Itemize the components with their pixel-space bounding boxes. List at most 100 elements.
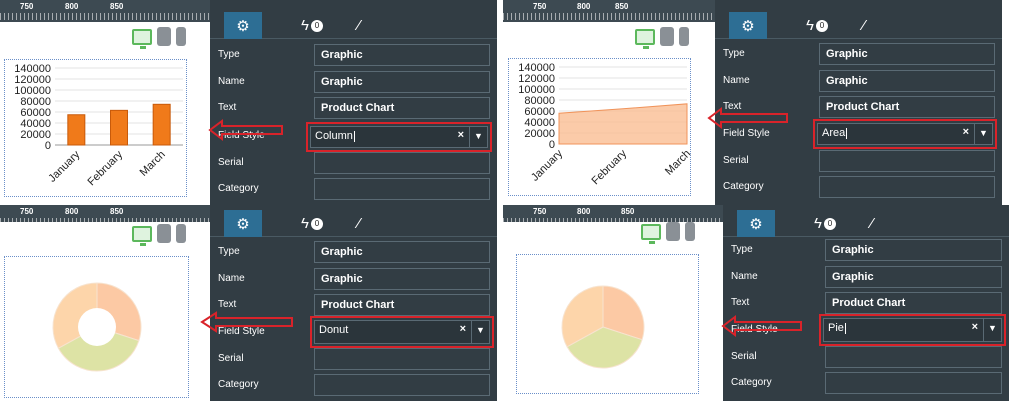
chart-canvas[interactable] [516, 254, 699, 394]
brush-icon: ⁄ [862, 17, 866, 34]
brush-icon: ⁄ [870, 215, 874, 232]
ruler: 750 800 850 [503, 205, 723, 222]
category-field[interactable] [314, 374, 490, 396]
chart-canvas[interactable] [4, 256, 189, 398]
type-field[interactable]: Graphic [314, 241, 490, 263]
serial-field[interactable] [314, 152, 490, 174]
device-switcher [132, 224, 186, 246]
properties-panel: ⚙ ϟ0 ⁄ Type Graphic Name Graphic Text Produ… [715, 0, 1002, 205]
name-field[interactable]: Graphic [819, 70, 995, 92]
field-style-select[interactable]: Donut × ▼ [310, 316, 494, 348]
properties-panel: ⚙ ϟ0 ⁄ Type Graphic Name Graphic Text Produ… [723, 205, 1009, 401]
chevron-down-icon[interactable]: ▼ [974, 124, 992, 144]
text-label: Text [218, 102, 237, 113]
ruler-tick-label: 800 [65, 2, 79, 11]
desktop-icon[interactable] [641, 223, 661, 244]
phone-icon[interactable] [679, 27, 689, 46]
field-style-select[interactable]: Column × ▼ [306, 122, 492, 152]
x-tick-label: March [663, 148, 692, 178]
properties-panel: ⚙ ϟ0 ⁄ Type Graphic Name Graphic Text Produ… [210, 0, 497, 205]
chart-canvas[interactable]: 140000 120000 100000 80000 60000 40000 20000 0 J… [508, 58, 693, 196]
ruler-tick-label: 850 [110, 207, 124, 216]
device-switcher [635, 27, 689, 49]
text-field[interactable]: Product Chart [819, 96, 995, 118]
ruler-tick-label: 750 [533, 207, 547, 216]
field-style-select[interactable]: Pie × ▼ [819, 314, 1006, 346]
tab-events[interactable]: ϟ0 [797, 12, 837, 39]
desktop-icon[interactable] [132, 28, 152, 49]
clear-icon[interactable]: × [458, 129, 464, 141]
tab-style[interactable]: ⁄ [857, 210, 887, 237]
category-field[interactable] [819, 176, 995, 198]
text-field[interactable]: Product Chart [825, 292, 1002, 314]
text-field[interactable]: Product Chart [314, 97, 490, 119]
type-label: Type [731, 244, 753, 255]
serial-label: Serial [218, 353, 244, 364]
phone-icon[interactable] [685, 222, 695, 241]
type-field[interactable]: Graphic [314, 44, 490, 66]
tab-settings[interactable]: ⚙ [224, 210, 262, 237]
phone-icon[interactable] [176, 27, 186, 46]
serial-label: Serial [218, 157, 244, 168]
tab-style[interactable]: ⁄ [344, 12, 374, 39]
chevron-down-icon[interactable]: ▼ [471, 321, 489, 343]
type-label: Type [218, 49, 240, 60]
desktop-icon[interactable] [132, 225, 152, 246]
type-field[interactable]: Graphic [825, 239, 1002, 261]
tab-events[interactable]: ϟ0 [292, 210, 332, 237]
type-field[interactable]: Graphic [819, 43, 995, 65]
tablet-icon[interactable] [157, 224, 171, 243]
name-field[interactable]: Graphic [825, 266, 1002, 288]
panel-tabs: ⚙ ϟ0 ⁄ [715, 7, 1002, 39]
desktop-icon[interactable] [635, 28, 655, 49]
text-field[interactable]: Product Chart [314, 294, 490, 316]
tablet-icon[interactable] [157, 27, 171, 46]
chevron-down-icon[interactable]: ▼ [983, 319, 1001, 341]
text-label: Text [218, 299, 237, 310]
name-field[interactable]: Graphic [314, 71, 490, 93]
chart-canvas[interactable]: 140000 120000 100000 80000 60000 40000 20000 0 J… [4, 59, 187, 197]
device-switcher [641, 222, 695, 244]
donut-chart [52, 282, 142, 372]
clear-icon[interactable]: × [460, 323, 466, 335]
clear-icon[interactable]: × [972, 321, 978, 333]
tab-style[interactable]: ⁄ [849, 12, 879, 39]
ruler-tick-label: 850 [621, 207, 635, 216]
category-field[interactable] [825, 372, 1002, 394]
tab-settings[interactable]: ⚙ [224, 12, 262, 39]
tab-events[interactable]: ϟ0 [805, 210, 845, 237]
type-label: Type [218, 246, 240, 257]
brush-icon: ⁄ [357, 17, 361, 34]
name-field[interactable]: Graphic [314, 268, 490, 290]
tab-style[interactable]: ⁄ [344, 210, 374, 237]
tab-settings[interactable]: ⚙ [729, 12, 767, 39]
serial-field[interactable] [819, 150, 995, 172]
lightning-icon: ϟ [301, 17, 309, 34]
panel-tabs: ⚙ ϟ0 ⁄ [210, 205, 497, 237]
field-style-select[interactable]: Area × ▼ [813, 119, 997, 149]
category-label: Category [731, 377, 772, 388]
serial-field[interactable] [314, 348, 490, 370]
panel-tabs: ⚙ ϟ0 ⁄ [723, 205, 1009, 237]
properties-panel: ⚙ ϟ0 ⁄ Type Graphic Name Graphic Text Produ… [210, 205, 497, 401]
area-chart: 140000120000100000800006000040000200000J… [518, 62, 693, 187]
pie-chart [561, 285, 645, 369]
phone-icon[interactable] [176, 224, 186, 243]
clear-icon[interactable]: × [963, 126, 969, 138]
x-tick-label: February [590, 147, 630, 187]
chevron-down-icon[interactable]: ▼ [469, 127, 487, 147]
ruler-tick-label: 800 [65, 207, 79, 216]
category-label: Category [723, 181, 764, 192]
category-field[interactable] [314, 178, 490, 200]
name-label: Name [731, 271, 758, 282]
ruler-tick-label: 750 [533, 2, 547, 11]
tab-settings[interactable]: ⚙ [737, 210, 775, 237]
tablet-icon[interactable] [660, 27, 674, 46]
tablet-icon[interactable] [666, 222, 680, 241]
ruler: 750 800 850 [503, 0, 715, 22]
field-style-value: Pie [828, 322, 844, 334]
serial-field[interactable] [825, 346, 1002, 368]
screenshot-donut: 750 800 850 ⚙ ϟ0 ⁄ Type Graphic Name Graph… [0, 205, 497, 401]
field-style-value: Area [822, 127, 846, 139]
tab-events[interactable]: ϟ0 [292, 12, 332, 39]
